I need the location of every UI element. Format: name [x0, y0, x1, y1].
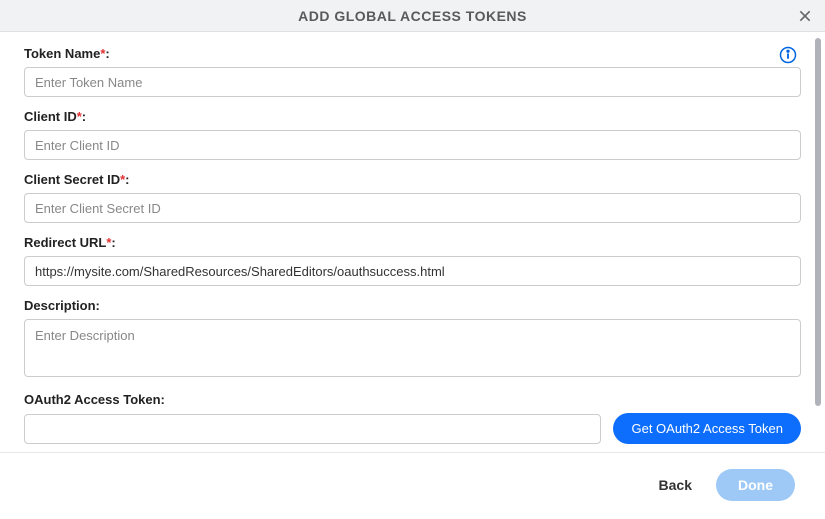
redirect-url-label: Redirect URL*: [24, 235, 801, 250]
back-button[interactable]: Back [651, 471, 700, 499]
client-secret-id-label: Client Secret ID*: [24, 172, 801, 187]
dialog-title: ADD GLOBAL ACCESS TOKENS [298, 8, 527, 24]
client-id-input[interactable] [24, 130, 801, 160]
oauth-token-input[interactable] [24, 414, 601, 444]
scrollbar-track[interactable] [815, 38, 821, 406]
get-oauth-token-button[interactable]: Get OAuth2 Access Token [613, 413, 801, 444]
description-label: Description: [24, 298, 801, 313]
description-textarea[interactable] [24, 319, 801, 377]
form-group-oauth-token: OAuth2 Access Token: Get OAuth2 Access T… [24, 392, 801, 444]
client-secret-id-input[interactable] [24, 193, 801, 223]
dialog-body: Token Name*: Client ID*: Client Secret I… [0, 32, 825, 452]
token-name-label: Token Name*: [24, 46, 801, 61]
token-name-input[interactable] [24, 67, 801, 97]
close-icon[interactable] [795, 6, 815, 26]
redirect-url-input[interactable] [24, 256, 801, 286]
form-group-redirect-url: Redirect URL*: [24, 235, 801, 286]
form-group-client-id: Client ID*: [24, 109, 801, 160]
info-icon[interactable] [779, 46, 797, 64]
client-id-label: Client ID*: [24, 109, 801, 124]
oauth-token-row: Get OAuth2 Access Token [24, 413, 801, 444]
scrollbar-thumb[interactable] [815, 38, 821, 406]
form-group-token-name: Token Name*: [24, 46, 801, 97]
done-button[interactable]: Done [716, 469, 795, 501]
form-group-client-secret-id: Client Secret ID*: [24, 172, 801, 223]
form-group-description: Description: [24, 298, 801, 380]
dialog-header: ADD GLOBAL ACCESS TOKENS [0, 0, 825, 32]
dialog-footer: Back Done [0, 452, 825, 517]
oauth-token-label: OAuth2 Access Token: [24, 392, 801, 407]
